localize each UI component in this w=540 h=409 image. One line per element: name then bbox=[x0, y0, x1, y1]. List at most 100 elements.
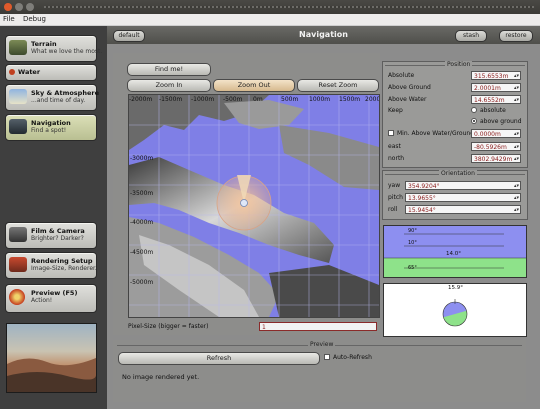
roll-field[interactable]: 15.9454° ▴▾ bbox=[405, 205, 521, 214]
navigation-header: default Navigation stash restore bbox=[107, 26, 540, 44]
main-panel: default Navigation stash restore Find me… bbox=[107, 26, 540, 409]
zoom-in-button[interactable]: Zoom In bbox=[127, 79, 211, 92]
preview-icon bbox=[9, 289, 25, 305]
film-icon bbox=[9, 227, 27, 242]
preview-thumbnail[interactable] bbox=[6, 323, 97, 393]
roll-indicator: 15.9° bbox=[383, 283, 527, 337]
spin-arrow-icon[interactable]: ▴▾ bbox=[514, 143, 519, 152]
terrain-map-canvas bbox=[129, 95, 379, 317]
above-water-field[interactable]: 14.6552m ▴▾ bbox=[471, 95, 521, 104]
x-tick: -1500m bbox=[159, 96, 183, 103]
sky-icon bbox=[9, 89, 27, 104]
above-ground-field[interactable]: 2.0001m ▴▾ bbox=[471, 83, 521, 92]
menu-debug[interactable]: Debug bbox=[20, 14, 49, 24]
spin-arrow-icon[interactable]: ▴▾ bbox=[514, 206, 519, 215]
pitch-label: pitch bbox=[388, 194, 403, 201]
sidebar-item-subtitle: Find a spot! bbox=[31, 127, 67, 134]
pitch-field[interactable]: 13.9655° ▴▾ bbox=[405, 193, 521, 202]
restore-button[interactable]: restore bbox=[499, 30, 533, 42]
keep-above-ground-radio[interactable] bbox=[471, 118, 477, 124]
terrain-map[interactable]: -2000m -1500m -1000m -500m 0m 500m 1000m… bbox=[128, 94, 380, 318]
horizon-pitch-label: 14.0° bbox=[446, 251, 461, 257]
spin-arrow-icon[interactable]: ▴▾ bbox=[514, 84, 519, 93]
spin-arrow-icon[interactable]: ▴▾ bbox=[514, 194, 519, 203]
minimize-window-icon[interactable] bbox=[15, 3, 23, 11]
horizon-tick: 90° bbox=[408, 228, 417, 234]
orientation-title: Orientation bbox=[439, 170, 477, 177]
orientation-panel: Orientation yaw 354.9204° ▴▾ pitch 13.965… bbox=[382, 170, 528, 220]
yaw-value: 354.9204° bbox=[408, 183, 440, 190]
water-icon bbox=[9, 69, 15, 75]
keep-absolute-label: absolute bbox=[480, 107, 506, 114]
sidebar-item-preview[interactable]: Preview (F5) Action! bbox=[5, 284, 97, 313]
sidebar-item-navigation[interactable]: Navigation Find a spot! bbox=[5, 114, 97, 141]
y-tick: -4500m bbox=[130, 249, 154, 256]
sidebar-item-subtitle: Brighter? Darker? bbox=[31, 235, 84, 242]
min-above-field[interactable]: 0.0000m ▴▾ bbox=[471, 129, 521, 138]
sidebar-item-subtitle: What we love the most. bbox=[31, 48, 103, 55]
refresh-button[interactable]: Refresh bbox=[118, 352, 320, 365]
sidebar-item-terrain[interactable]: Terrain What we love the most. bbox=[5, 35, 102, 62]
keep-absolute-radio[interactable] bbox=[471, 107, 477, 113]
roll-value: 15.9454° bbox=[408, 207, 436, 214]
min-above-checkbox[interactable] bbox=[388, 130, 394, 136]
x-tick: 1500m bbox=[339, 96, 361, 103]
stash-button[interactable]: stash bbox=[455, 30, 487, 42]
auto-refresh-checkbox[interactable] bbox=[324, 354, 330, 360]
position-title: Position bbox=[445, 61, 473, 68]
sidebar-item-film-camera[interactable]: Film & Camera Brighter? Darker? bbox=[5, 222, 97, 249]
map-panel: Find me! Zoom In Zoom Out Reset Zoom -20… bbox=[113, 53, 380, 335]
above-water-label: Above Water bbox=[388, 96, 427, 103]
sidebar-item-sky[interactable]: Sky & Atmosphere ...and time of day. bbox=[5, 84, 99, 111]
spin-arrow-icon[interactable]: ▴▾ bbox=[514, 130, 519, 139]
sidebar-item-subtitle: ...and time of day. bbox=[31, 97, 86, 104]
roll-value-label: 15.9° bbox=[448, 285, 463, 291]
above-water-value: 14.6552m bbox=[474, 97, 505, 104]
preview-panel: Preview Refresh Auto-Refresh No image re… bbox=[113, 340, 526, 402]
north-field[interactable]: 3802.9429m ▴▾ bbox=[471, 154, 521, 163]
reset-zoom-button[interactable]: Reset Zoom bbox=[297, 79, 379, 92]
sidebar-item-title: Water bbox=[18, 68, 41, 76]
menubar: File Debug bbox=[0, 14, 540, 26]
keep-label: Keep bbox=[388, 107, 403, 114]
sidebar-item-water[interactable]: Water bbox=[5, 64, 97, 81]
sidebar-item-subtitle: Image-Size, Renderer. bbox=[31, 265, 97, 272]
pixel-size-label: Pixel-Size (bigger = faster) bbox=[128, 323, 209, 330]
sidebar-item-title: Sky & Atmosphere bbox=[31, 89, 99, 97]
spin-arrow-icon[interactable]: ▴▾ bbox=[514, 72, 519, 81]
roll-label: roll bbox=[388, 206, 398, 213]
y-tick: -4000m bbox=[130, 219, 154, 226]
x-tick: -500m bbox=[223, 96, 243, 103]
spin-arrow-icon[interactable]: ▴▾ bbox=[514, 155, 519, 164]
spin-arrow-icon[interactable]: ▴▾ bbox=[514, 96, 519, 105]
pitch-value: 13.9655° bbox=[408, 195, 436, 202]
sidebar-item-subtitle: Action! bbox=[31, 297, 53, 304]
east-field[interactable]: -80.5926m ▴▾ bbox=[471, 142, 521, 151]
x-tick: 500m bbox=[281, 96, 299, 103]
horizon-tick: 65° bbox=[408, 265, 417, 271]
close-window-icon[interactable] bbox=[4, 3, 12, 11]
yaw-field[interactable]: 354.9204° ▴▾ bbox=[405, 181, 521, 190]
preview-status: No image rendered yet. bbox=[122, 373, 200, 381]
sidebar-item-rendering-setup[interactable]: Rendering Setup Image-Size, Renderer. bbox=[5, 252, 97, 279]
spin-arrow-icon[interactable]: ▴▾ bbox=[514, 182, 519, 191]
x-tick: 1000m bbox=[309, 96, 331, 103]
y-tick: -5000m bbox=[130, 279, 154, 286]
pixel-size-value: 1 bbox=[262, 324, 266, 331]
x-tick: -1000m bbox=[191, 96, 215, 103]
y-tick: -3000m bbox=[130, 155, 154, 162]
zoom-out-button[interactable]: Zoom Out bbox=[213, 79, 295, 92]
find-me-button[interactable]: Find me! bbox=[127, 63, 211, 76]
pixel-size-slider[interactable]: 1 bbox=[259, 322, 377, 331]
horizon-tick: 10° bbox=[408, 240, 417, 246]
x-tick: 0m bbox=[253, 96, 263, 103]
sidebar-item-title: Preview (F5) bbox=[31, 289, 78, 297]
menu-file[interactable]: File bbox=[0, 14, 18, 24]
yaw-label: yaw bbox=[388, 182, 401, 189]
camera-position-marker bbox=[240, 199, 248, 207]
maximize-window-icon[interactable] bbox=[26, 3, 34, 11]
min-above-label: Min. Above Water/Ground bbox=[397, 130, 475, 137]
absolute-field[interactable]: 315.6553m ▴▾ bbox=[471, 71, 521, 80]
sidebar: Terrain What we love the most. Water Sky… bbox=[0, 26, 104, 409]
y-tick: -3500m bbox=[130, 190, 154, 197]
